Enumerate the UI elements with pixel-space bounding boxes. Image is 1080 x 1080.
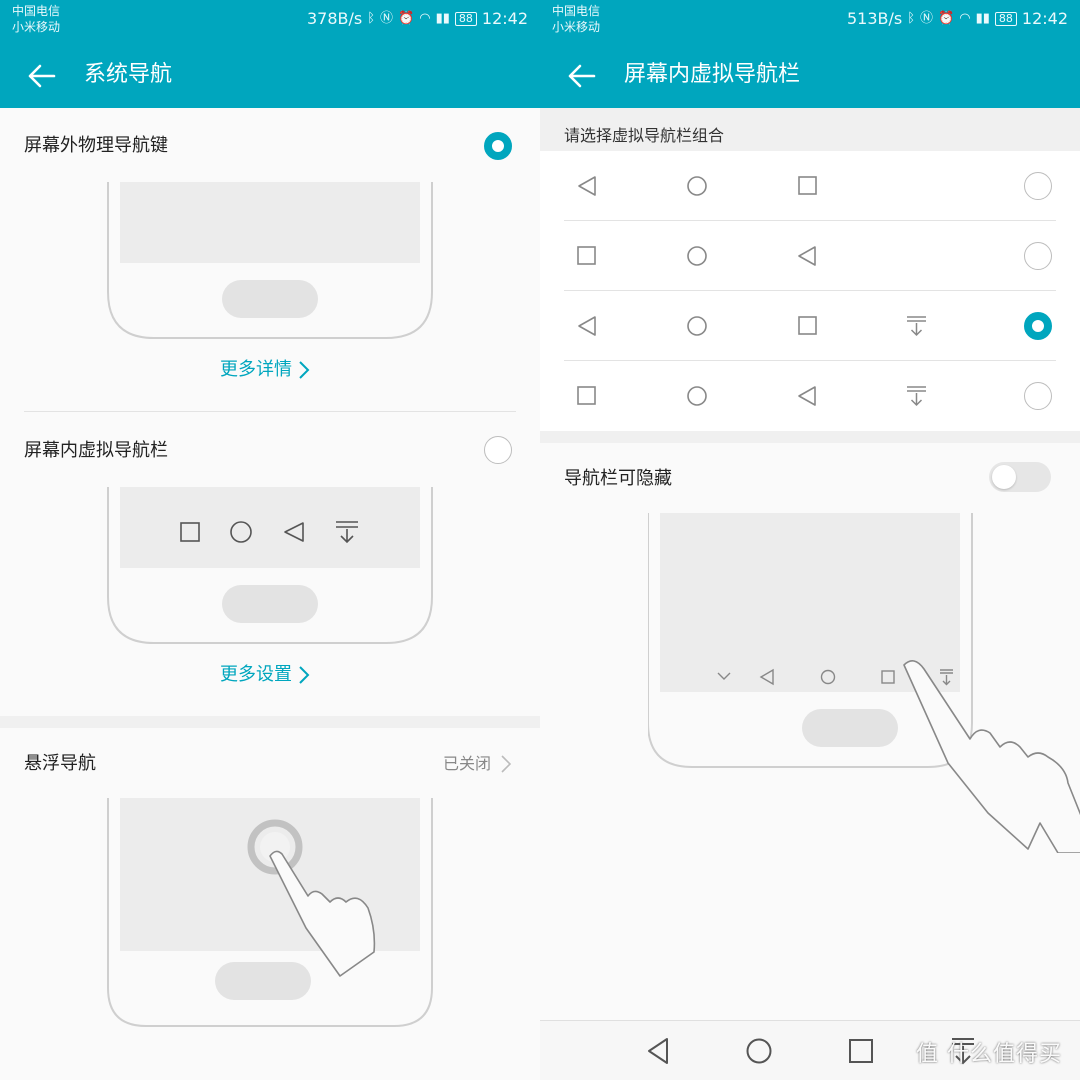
hide-navbar-illustration [648,513,1080,853]
back-icon [578,176,596,196]
section-gap [0,716,540,728]
title-bar: 屏幕内虚拟导航栏 [540,44,1080,108]
back-icon [578,316,596,336]
home-icon [687,316,707,336]
chevron-right-icon [299,666,310,684]
carrier-1: 中国电信 [12,4,61,18]
chevron-right-icon [501,755,512,773]
watermark: 值 什么值得买 [916,1042,1062,1067]
clock: 12:42 [1021,9,1068,28]
title-bar: 系统导航 [0,44,540,108]
hide-navbar-toggle[interactable] [989,462,1051,492]
section-gap [540,431,1080,443]
page-title: 屏幕内虚拟导航栏 [624,62,801,87]
status-bar: 中国电信 小米移动 378B/s ᛒ Ⓝ ⏰ ◠ ▮▮ 88 12:42 [0,0,540,44]
combo-keys [578,176,817,196]
status-indicators: 378B/s ᛒ Ⓝ ⏰ ◠ ▮▮ 88 12:42 [307,8,528,30]
battery-icon: 88 [994,12,1017,26]
network-speed: 378B/s [306,9,363,28]
option-physical-keys-label[interactable]: 屏幕外物理导航键 [24,134,168,158]
signal-icon: ▮▮ [975,11,990,26]
wifi-icon: ◠ [419,11,431,26]
carrier-1: 中国电信 [552,4,601,18]
recent-apps-icon[interactable] [846,1036,876,1066]
hand-swipe-icon [903,660,1080,853]
virtual-bar-illustration [107,487,433,644]
carrier-2: 小米移动 [552,20,601,34]
combo-list [540,151,1080,431]
combo-radio-2[interactable] [1024,242,1052,270]
carrier-info: 中国电信 小米移动 [12,3,60,35]
notification-pulldown-icon [907,386,926,407]
recent-icon [577,386,596,405]
more-details-label: 更多详情 [220,359,292,380]
chevron-right-icon [299,361,310,379]
floating-nav-label[interactable]: 悬浮导航 [24,752,96,776]
bluetooth-icon: ᛒ [907,11,916,26]
combo-section-header: 请选择虚拟导航栏组合 [540,108,1080,151]
physical-keys-radio[interactable] [484,132,512,160]
battery-icon: 88 [454,12,477,26]
physical-keys-illustration [107,182,433,339]
wifi-icon: ◠ [959,11,971,26]
floating-nav-illustration [107,798,433,1027]
signal-icon: ▮▮ [435,11,450,26]
back-arrow-icon[interactable] [24,58,60,94]
back-icon [798,246,816,266]
back-icon[interactable] [644,1036,672,1066]
notification-pulldown-icon [907,316,926,337]
more-settings-label: 更多设置 [220,664,292,685]
carrier-info: 中国电信 小米移动 [552,3,600,35]
option-virtual-bar-label[interactable]: 屏幕内虚拟导航栏 [24,439,168,463]
combo-radio-1[interactable] [1024,172,1052,200]
left-screen: 中国电信 小米移动 378B/s ᛒ Ⓝ ⏰ ◠ ▮▮ 88 12:42 系统导… [0,0,540,1080]
more-details-link[interactable]: 更多详情 [220,358,310,382]
nfc-icon: Ⓝ [920,11,934,26]
recent-icon [577,246,596,265]
recent-icon [798,316,817,335]
back-icon [798,386,816,406]
home-icon [687,386,707,406]
status-indicators: 513B/s ᛒ Ⓝ ⏰ ◠ ▮▮ 88 12:42 [847,8,1068,30]
floating-nav-status-text: 已关闭 [443,754,492,773]
home-icon[interactable] [744,1036,774,1066]
alarm-icon: ⏰ [938,11,955,26]
combo-keys [577,386,926,407]
carrier-2: 小米移动 [12,20,61,34]
combo-row-3[interactable] [540,291,1080,361]
alarm-icon: ⏰ [398,11,415,26]
right-screen: 中国电信 小米移动 513B/s ᛒ Ⓝ ⏰ ◠ ▮▮ 88 12:42 屏幕内… [540,0,1080,1080]
combo-radio-4[interactable] [1024,382,1052,410]
page-title: 系统导航 [84,62,173,87]
home-icon [687,246,707,266]
combo-keys [577,246,816,266]
combo-row-1[interactable] [540,151,1080,221]
combo-keys [578,316,926,337]
recent-icon [798,176,817,195]
toggle-knob [992,465,1016,489]
network-speed: 513B/s [846,9,903,28]
combo-row-4[interactable] [540,361,1080,431]
clock: 12:42 [481,9,528,28]
bluetooth-icon: ᛒ [367,11,376,26]
virtual-bar-radio[interactable] [484,436,512,464]
back-arrow-icon[interactable] [564,58,600,94]
combo-section-title: 请选择虚拟导航栏组合 [564,126,725,145]
hide-navbar-label: 导航栏可隐藏 [564,468,672,489]
combo-radio-3[interactable] [1024,312,1052,340]
nfc-icon: Ⓝ [380,11,394,26]
status-bar: 中国电信 小米移动 513B/s ᛒ Ⓝ ⏰ ◠ ▮▮ 88 12:42 [540,0,1080,44]
combo-row-2[interactable] [540,221,1080,291]
more-settings-link[interactable]: 更多设置 [220,663,310,687]
floating-nav-status[interactable]: 已关闭 [443,754,512,774]
divider [24,411,516,412]
home-icon [687,176,707,196]
